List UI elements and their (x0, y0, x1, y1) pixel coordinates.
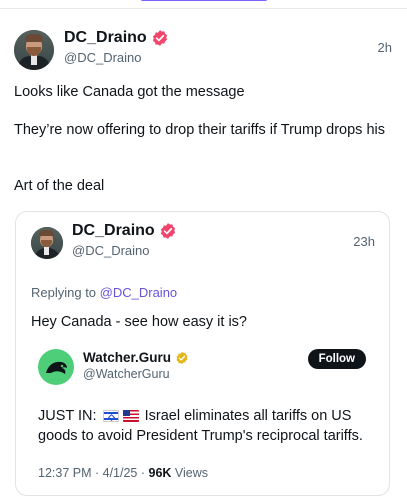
meta-separator: · (137, 466, 149, 480)
israel-flag-icon (102, 410, 119, 422)
embedded-name-row: Watcher.Guru (83, 350, 189, 365)
quoted-post-card[interactable]: DC_Draino @DC_Draino 23h Replying to @DC… (15, 211, 390, 496)
post-meta: 12:37 PM · 4/1/25 · 96K Views (38, 466, 208, 480)
views-count[interactable]: 96K (149, 466, 172, 480)
quoted-timestamp[interactable]: 23h (353, 234, 375, 249)
watcher-guru-avatar[interactable] (38, 349, 74, 385)
active-tab-indicator (141, 0, 267, 1)
post-text-line-3: Art of the deal (14, 178, 105, 194)
quoted-handle[interactable]: @DC_Draino (72, 243, 150, 258)
quoted-text: Hey Canada - see how easy it is? (31, 314, 247, 330)
quoted-display-name[interactable]: DC_Draino (72, 222, 155, 240)
avatar[interactable] (14, 30, 54, 70)
post-timestamp[interactable]: 2h (378, 40, 392, 55)
top-tab-bar (0, 0, 407, 9)
embedded-text: JUST IN: Israel eliminates all tariffs o… (38, 406, 370, 446)
watcher-guru-logo-icon (46, 361, 67, 374)
author-display-name[interactable]: DC_Draino (64, 29, 147, 47)
quoted-avatar[interactable] (31, 227, 63, 259)
embedded-handle[interactable]: @WatcherGuru (83, 367, 170, 381)
meta-date[interactable]: 4/1/25 (103, 466, 138, 480)
gold-verified-badge-icon (176, 351, 188, 364)
us-flag-icon (122, 410, 139, 422)
post-text-line-1: Looks like Canada got the message (14, 84, 245, 100)
author-name-row: DC_Draino (64, 29, 169, 47)
replying-to-label: Replying to (31, 285, 100, 300)
embedded-display-name[interactable]: Watcher.Guru (83, 350, 171, 365)
meta-time[interactable]: 12:37 PM (38, 466, 92, 480)
embedded-text-prefix: JUST IN: (38, 408, 101, 424)
views-label: Views (171, 466, 209, 480)
verified-badge-icon (160, 223, 175, 239)
author-handle[interactable]: @DC_Draino (64, 50, 142, 65)
replying-to: Replying to @DC_Draino (31, 285, 177, 300)
meta-separator: · (91, 466, 103, 480)
quoted-name-row: DC_Draino (72, 222, 177, 240)
post-text-line-2: They’re now offering to drop their tarif… (14, 122, 385, 138)
reply-mention-link[interactable]: @DC_Draino (100, 285, 178, 300)
follow-button[interactable]: Follow (307, 349, 366, 369)
post-header: DC_Draino @DC_Draino 2h (14, 29, 394, 70)
verified-badge-icon (152, 30, 167, 46)
